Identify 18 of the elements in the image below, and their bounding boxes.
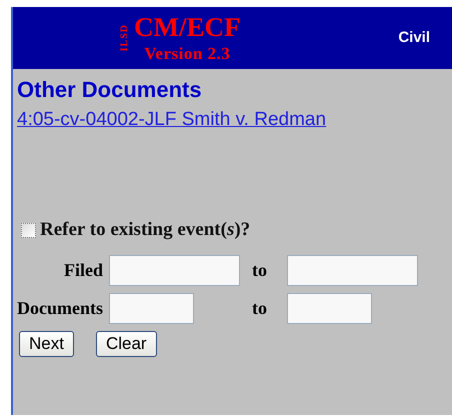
case-link[interactable]: 4:05-cv-04002-JLF Smith v. Redman: [17, 109, 326, 131]
court-label: ILSD: [119, 24, 130, 52]
logo-title: CM/ECF: [134, 12, 240, 43]
version-label: Version 2.3: [144, 44, 230, 64]
refer-checkbox[interactable]: [21, 222, 36, 238]
mode-label: Civil: [398, 29, 430, 46]
input-field[interactable]: [109, 293, 194, 324]
checkbox-label: Refer to existing event(s)?: [40, 219, 250, 241]
page-title: Other Documents: [17, 77, 203, 103]
input-field[interactable]: [287, 293, 372, 324]
field-label: Filed: [63, 260, 103, 281]
form-button[interactable]: Next: [19, 331, 74, 357]
input-field[interactable]: [287, 255, 418, 286]
input-field[interactable]: [109, 255, 240, 286]
to-label: to: [251, 298, 268, 319]
form-button[interactable]: Clear: [96, 331, 157, 357]
field-label: Documents: [17, 298, 103, 319]
to-label: to: [251, 260, 268, 281]
